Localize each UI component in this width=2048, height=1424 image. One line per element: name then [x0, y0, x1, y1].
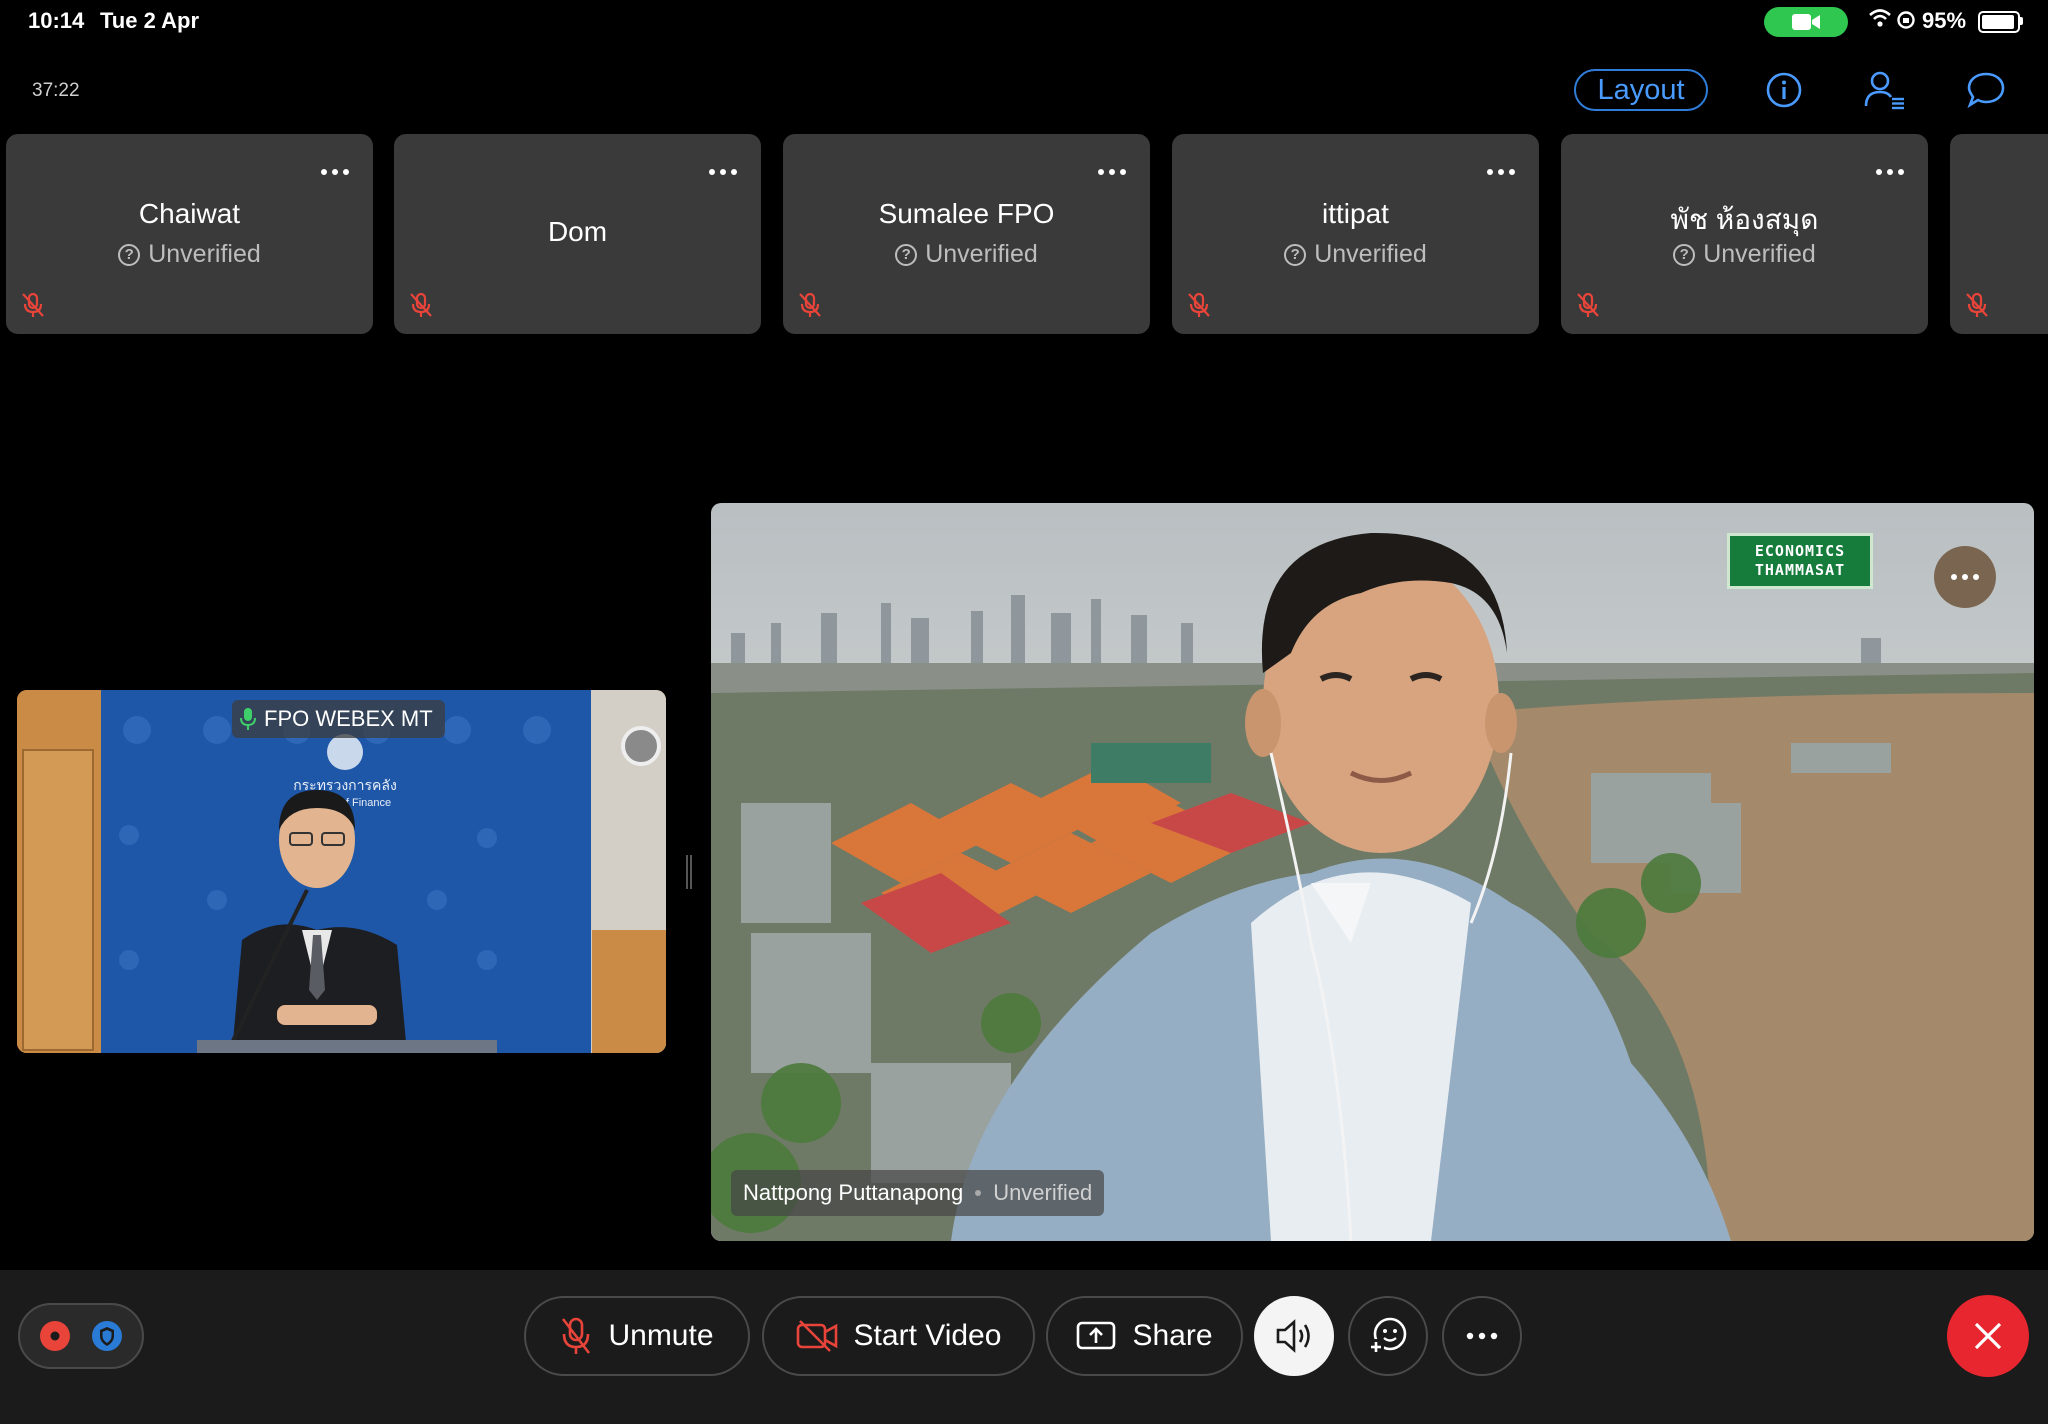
more-controls-button[interactable]: [1442, 1296, 1522, 1376]
add-reaction-icon: [1368, 1317, 1407, 1355]
chat-button[interactable]: [1964, 68, 2008, 112]
battery-icon: [1978, 11, 2020, 33]
record-icon: [40, 1321, 70, 1351]
leave-meeting-button[interactable]: [1947, 1295, 2029, 1377]
logo-line-2: THAMMASAT: [1754, 561, 1846, 579]
reactions-button[interactable]: [1348, 1296, 1428, 1376]
participants-icon: [1864, 71, 1904, 110]
muted-mic-icon: [1964, 291, 1990, 324]
video-label-fpo: FPO WEBEX MT: [232, 700, 445, 738]
wifi-icon: [1868, 8, 1892, 33]
muted-mic-icon: [1575, 291, 1601, 324]
shield-icon: [92, 1321, 122, 1351]
more-options-button[interactable]: [1477, 148, 1525, 196]
mic-active-icon: [240, 708, 256, 730]
audio-output-button[interactable]: [1254, 1296, 1334, 1376]
muted-mic-icon: [408, 291, 434, 324]
video-more-options-button[interactable]: [1934, 546, 1996, 608]
question-icon: ?: [895, 243, 918, 266]
participant-name: Dom: [547, 216, 608, 247]
participant-name: ittipat: [1322, 198, 1389, 229]
battery-tip: [2020, 17, 2023, 25]
start-video-label: Start Video: [853, 1319, 1002, 1352]
status-text: Unverified: [148, 240, 261, 268]
info-icon: [1766, 72, 1802, 108]
share-button[interactable]: Share: [1046, 1296, 1243, 1376]
start-video-button[interactable]: Start Video: [762, 1296, 1035, 1376]
status-text: Unverified: [1703, 240, 1816, 268]
muted-mic-icon: [1186, 291, 1212, 324]
logo-line-1: ECONOMICS: [1754, 542, 1846, 560]
question-icon: ?: [118, 243, 141, 266]
status-text: Unverified: [925, 240, 1038, 268]
speaker-status: Unverified: [993, 1180, 1093, 1205]
video-label-text: FPO WEBEX MT: [264, 706, 433, 731]
resize-handle[interactable]: [686, 855, 692, 889]
status-date: Tue 2 Apr: [100, 8, 200, 33]
participant-tile[interactable]: ittipat ? Unverified: [1172, 134, 1539, 334]
muted-mic-icon: [562, 1317, 591, 1354]
participants-button[interactable]: [1862, 68, 1906, 112]
close-icon: [1974, 1322, 2002, 1350]
separator-dot: [975, 1190, 982, 1196]
video-off-icon: [796, 1320, 837, 1352]
info-button[interactable]: [1762, 68, 1806, 112]
video-frame: กระทรวงการคลัง Ministry of Finance: [17, 690, 666, 1053]
more-options-button[interactable]: [1088, 148, 1136, 196]
muted-mic-icon: [20, 291, 46, 324]
more-options-button[interactable]: [699, 148, 747, 196]
battery-percent: 95%: [1922, 8, 1967, 33]
camera-in-use-indicator: [1764, 7, 1848, 37]
verification-status: ? Unverified: [6, 240, 373, 269]
participant-name: Chaiwat: [138, 198, 241, 229]
status-time: 10:14: [28, 8, 85, 33]
layout-button[interactable]: Layout: [1574, 69, 1708, 111]
more-dots-icon: [1466, 1332, 1498, 1340]
active-speaker-label: Nattpong Puttanapong Unverified: [731, 1170, 1105, 1216]
more-options-button[interactable]: [311, 148, 359, 196]
speaker-name: Nattpong Puttanapong: [743, 1180, 964, 1205]
verification-status: ? Unverified: [783, 240, 1150, 269]
participant-name: Sumalee FPO: [878, 198, 1055, 229]
muted-mic-icon: [797, 291, 823, 324]
meeting-timer: 37:22: [32, 80, 80, 101]
participant-tile[interactable]: พัช ห้องสมุด ? Unverified: [1561, 134, 1928, 334]
verification-status: ? Unverified: [1172, 240, 1539, 269]
video-camera-icon: [1792, 14, 1820, 30]
chat-bubble-icon: [1967, 72, 2005, 109]
unmute-label: Unmute: [608, 1319, 714, 1352]
economics-thammasat-logo: ECONOMICS THAMMASAT: [1727, 533, 1873, 589]
participant-tile[interactable]: Sumalee FPO ? Unverified: [783, 134, 1150, 334]
orientation-lock-icon: [1896, 10, 1916, 35]
share-screen-icon: [1077, 1321, 1116, 1350]
unmute-button[interactable]: Unmute: [524, 1296, 750, 1376]
video-feed-fpo[interactable]: กระทรวงการคลัง Ministry of Finance: [17, 690, 666, 1053]
battery-fill: [1982, 15, 2015, 29]
question-icon: ?: [1284, 243, 1307, 266]
speaker-icon: [1276, 1319, 1310, 1353]
more-options-button[interactable]: [1866, 148, 1914, 196]
participant-name: พัช ห้องสมุด: [1670, 204, 1819, 235]
participant-tile[interactable]: Dom: [394, 134, 761, 334]
question-icon: ?: [1673, 243, 1696, 266]
verification-status: ? Unverified: [1561, 240, 1928, 269]
status-text: Unverified: [1314, 240, 1427, 268]
video-frame: [711, 503, 2034, 1241]
security-status-pill[interactable]: [18, 1303, 144, 1369]
video-feed-active-speaker[interactable]: [711, 503, 2034, 1241]
share-label: Share: [1132, 1319, 1213, 1352]
participant-tile-partial[interactable]: [1950, 134, 2048, 334]
participant-tile[interactable]: Chaiwat ? Unverified: [6, 134, 373, 334]
